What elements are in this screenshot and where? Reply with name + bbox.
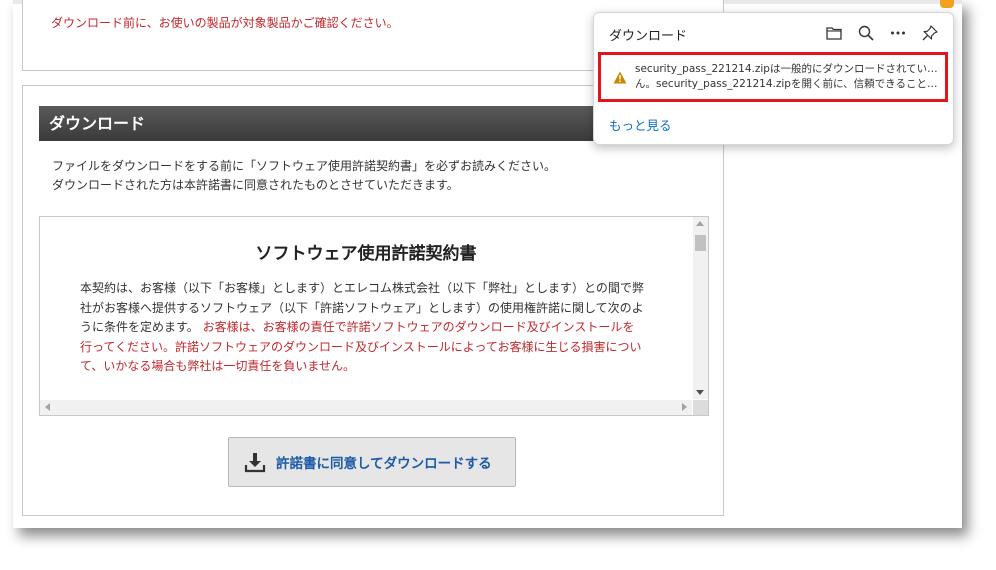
download-message-line: security_pass_221214.zipは一般的にダウンロードされていま… (635, 63, 941, 75)
download-section: ダウンロード ファイルをダウンロードをする前に「ソフトウェア使用許諾契約書」を必… (22, 85, 724, 516)
intro-line: ダウンロードされた方は本許諾書に同意されたものとさせていただきます。 (52, 178, 459, 192)
intro-line: ファイルをダウンロードをする前に「ソフトウェア使用許諾契約書」を必ずお読みくださ… (52, 159, 557, 173)
license-warning-line: て、いかなる場合も弊社は一切責任を負いません。 (80, 359, 356, 373)
download-icon (244, 451, 266, 473)
scroll-down-arrow-icon[interactable] (696, 390, 704, 395)
scroll-thumb[interactable] (695, 235, 706, 251)
downloads-panel-title: ダウンロード (609, 29, 688, 44)
license-title: ソフトウェア使用許諾契約書 (255, 244, 477, 264)
license-textbox[interactable]: ソフトウェア使用許諾契約書 本契約は、お客様（以下「お客様」とします）とエレコム… (39, 216, 709, 416)
more-icon[interactable] (889, 24, 907, 42)
scroll-left-arrow-icon[interactable] (45, 403, 50, 411)
license-line: うに条件を定めます。 お客様は、お客様の責任で許諾ソフトウェアのダウンロード及び… (80, 318, 665, 338)
scrollbar-corner (693, 400, 708, 415)
downloads-panel: ダウンロード security_pass_221214.zipは一般的にダウンロ… (593, 12, 954, 145)
intro-text: ファイルをダウンロードをする前に「ソフトウェア使用許諾契約書」を必ずお読みくださ… (52, 157, 556, 195)
warning-icon (613, 69, 627, 88)
scroll-up-arrow-icon[interactable] (696, 221, 704, 226)
notice-text: ダウンロード前に、お使いの製品が対象製品かご確認ください。 (51, 16, 399, 30)
license-warning-text: お客様は、お客様の責任で許諾ソフトウェアのダウンロード及びインストールを (202, 320, 635, 334)
license-line: 本契約は、お客様（以下「お客様」とします）とエレコム株式会社（以下「弊社」としま… (80, 281, 644, 295)
agree-download-label: 許諾書に同意してダウンロードする (276, 456, 492, 472)
license-body: 本契約は、お客様（以下「お客様」とします）とエレコム株式会社（以下「弊社」としま… (80, 279, 665, 377)
pin-icon[interactable] (921, 24, 939, 42)
license-line: 社がお客様へ提供するソフトウェア（以下「許諾ソフトウェア」とします）の使用権許諾… (80, 300, 644, 315)
horizontal-scrollbar[interactable] (40, 400, 692, 415)
scroll-right-arrow-icon[interactable] (682, 403, 687, 411)
license-warning-line: 行ってください。許諾ソフトウェアのダウンロード及びインストールによってお客様に生… (80, 339, 642, 354)
agree-download-button[interactable]: 許諾書に同意してダウンロードする (228, 437, 516, 487)
see-more-link[interactable]: もっと見る (609, 115, 672, 134)
downloads-toolbar (825, 24, 939, 42)
folder-icon[interactable] (825, 24, 843, 42)
download-item-message: security_pass_221214.zipは一般的にダウンロードされていま… (635, 62, 941, 92)
download-item[interactable]: security_pass_221214.zipは一般的にダウンロードされていま… (598, 52, 948, 102)
download-message-line: ん。security_pass_221214.zipを開く前に、信頼できることを… (635, 78, 941, 90)
search-icon[interactable] (857, 24, 875, 42)
extension-badge (940, 0, 954, 8)
vertical-scrollbar[interactable] (693, 217, 708, 399)
license-line-text: うに条件を定めます。 (80, 320, 199, 334)
